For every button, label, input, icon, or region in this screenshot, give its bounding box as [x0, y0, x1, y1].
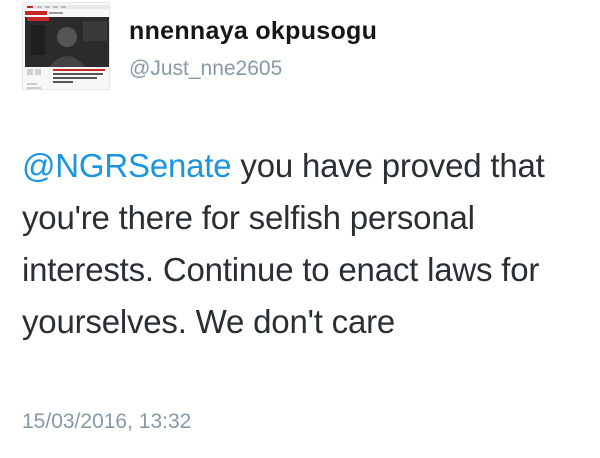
- tweet-card: nnennaya okpusogu @Just_nne2605 @NGRSena…: [0, 0, 600, 458]
- avatar[interactable]: [22, 2, 110, 90]
- profile-photo-icon: [23, 3, 109, 89]
- display-name[interactable]: nnennaya okpusogu: [129, 17, 377, 46]
- tweet-text: @NGRSenate you have proved that you're t…: [22, 140, 592, 348]
- timestamp[interactable]: 15/03/2016, 13:32: [22, 410, 191, 434]
- mention-link[interactable]: @NGRSenate: [22, 147, 232, 184]
- user-handle[interactable]: @Just_nne2605: [129, 57, 282, 81]
